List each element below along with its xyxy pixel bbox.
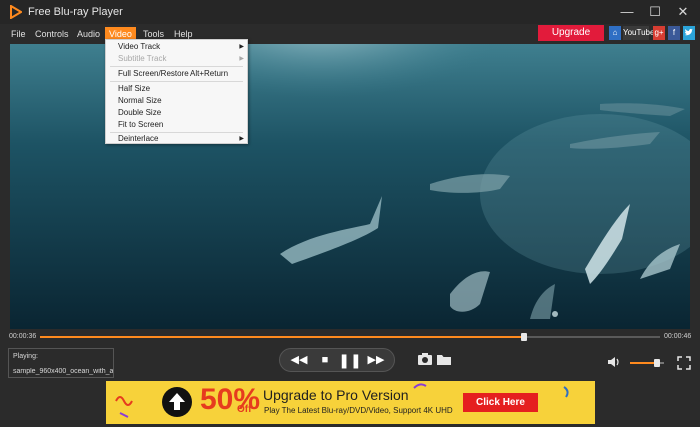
playing-filename: sample_960x400_ocean_with_a... xyxy=(13,368,113,375)
confetti-decoration xyxy=(413,383,427,389)
folder-icon[interactable] xyxy=(436,352,452,366)
submenu-arrow-icon: ▶ xyxy=(239,56,244,62)
submenu-arrow-icon: ▶ xyxy=(239,44,244,50)
current-time: 00:00:36 xyxy=(9,333,37,340)
pause-icon[interactable]: ❚❚ xyxy=(337,349,363,371)
submenu-arrow-icon: ▶ xyxy=(239,136,244,142)
ad-discount-off: Off xyxy=(237,404,252,415)
volume-handle[interactable] xyxy=(654,359,661,367)
menu-file[interactable]: File xyxy=(7,27,30,42)
upgrade-button[interactable]: Upgrade xyxy=(538,25,604,41)
menu-divider xyxy=(110,81,243,82)
total-time: 00:00:46 xyxy=(664,333,692,340)
fullscreen-icon[interactable] xyxy=(677,356,691,370)
facebook-icon[interactable]: f xyxy=(668,26,680,40)
transport-controls: ◀◀ ■ ❚❚ ▶▶ xyxy=(279,348,395,372)
home-icon[interactable]: ⌂ xyxy=(609,26,621,40)
facebook-label: f xyxy=(672,28,676,37)
menu-audio[interactable]: Audio xyxy=(73,27,104,42)
seek-bar[interactable] xyxy=(40,333,660,341)
confetti-decoration xyxy=(115,396,133,418)
upgrade-arrow-icon xyxy=(162,387,192,417)
snapshot-icon[interactable] xyxy=(417,352,433,366)
video-track-label: Video Track xyxy=(118,42,161,51)
google-plus-label: g+ xyxy=(654,28,664,37)
volume-level xyxy=(630,362,658,364)
ad-click-here-button[interactable]: Click Here xyxy=(463,393,538,412)
rewind-icon[interactable]: ◀◀ xyxy=(286,349,312,371)
minimize-icon[interactable]: — xyxy=(616,2,638,22)
menu-item-normal-size[interactable]: Normal Size xyxy=(106,95,247,107)
maximize-icon[interactable]: ☐ xyxy=(644,2,666,22)
google-plus-icon[interactable]: g+ xyxy=(653,26,665,40)
menu-item-half-size[interactable]: Half Size xyxy=(106,83,247,95)
menu-item-double-size[interactable]: Double Size xyxy=(106,107,247,119)
youtube-label: YouTube xyxy=(623,28,655,37)
fullscreen-label: Full Screen/Restore xyxy=(118,69,189,78)
stop-icon[interactable]: ■ xyxy=(312,349,338,371)
title-bar[interactable]: Free Blu-ray Player — ☐ ✕ xyxy=(0,0,700,24)
menu-item-deinterlace[interactable]: Deinterlace ▶ xyxy=(106,133,247,145)
menu-item-fit-to-screen[interactable]: Fit to Screen xyxy=(106,119,247,131)
twitter-icon[interactable] xyxy=(683,26,695,40)
menu-item-subtitle-track: Subtitle Track ▶ xyxy=(106,53,247,65)
menu-item-fullscreen[interactable]: Full Screen/Restore Alt+Return xyxy=(106,68,247,80)
fullscreen-shortcut: Alt+Return xyxy=(190,69,229,78)
ad-title: Upgrade to Pro Version xyxy=(263,387,409,403)
volume-icon[interactable] xyxy=(607,356,621,368)
menu-divider xyxy=(110,66,243,67)
fast-forward-icon[interactable]: ▶▶ xyxy=(363,349,389,371)
close-icon[interactable]: ✕ xyxy=(672,2,694,22)
player-window: Free Blu-ray Player — ☐ ✕ File Controls … xyxy=(0,0,700,427)
youtube-icon[interactable]: YouTube xyxy=(623,26,654,40)
upgrade-ad-banner[interactable]: 50% Off Upgrade to Pro Version Play The … xyxy=(106,381,595,424)
video-dropdown-menu: Video Track ▶ Subtitle Track ▶ Full Scre… xyxy=(105,39,248,144)
now-playing-box: Playing: sample_960x400_ocean_with_a... xyxy=(8,348,114,378)
subtitle-track-label: Subtitle Track xyxy=(118,54,167,63)
play-logo-icon xyxy=(10,5,22,19)
app-title: Free Blu-ray Player xyxy=(28,6,123,18)
ad-subtitle: Play The Latest Blu-ray/DVD/Video, Suppo… xyxy=(264,406,453,415)
seek-handle[interactable] xyxy=(520,333,527,341)
playing-label: Playing: xyxy=(13,353,38,360)
confetti-decoration xyxy=(563,386,569,398)
volume-slider[interactable] xyxy=(630,359,664,367)
menu-item-video-track[interactable]: Video Track ▶ xyxy=(106,41,247,53)
seek-progress xyxy=(40,336,524,338)
deinterlace-label: Deinterlace xyxy=(118,134,159,143)
menu-controls[interactable]: Controls xyxy=(31,27,73,42)
